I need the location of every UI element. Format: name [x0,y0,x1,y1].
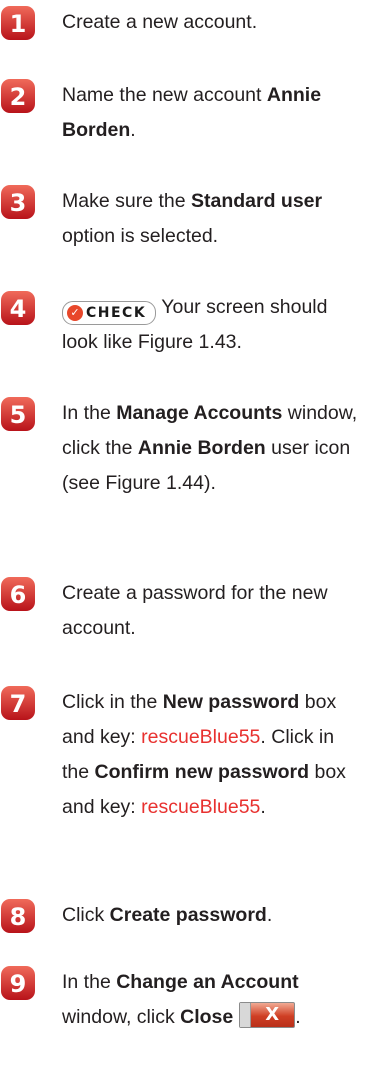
check-badge: ✓ CHECK [62,301,157,325]
step-number-badge: 4 [0,290,36,326]
step-text: Click Create password. [62,904,273,926]
step-text: Name the new account Annie Borden. [62,84,322,141]
step-number: 6 [10,581,27,609]
step-number: 9 [10,970,27,998]
step-number-badge: 5 [0,396,36,432]
step-number: 2 [10,83,27,111]
step-text: ✓ CHECK Your screen should look like Figu… [62,296,328,353]
step-number: 5 [10,401,27,429]
step-number: 7 [10,690,27,718]
step-text: Create a password for the new account. [62,582,328,639]
step-number-badge: 3 [0,184,36,220]
step-number-badge: 9 [0,965,36,1001]
step-number-badge: 2 [0,78,36,114]
step-number-badge: 1 [0,5,36,41]
step-number-badge: 7 [0,685,36,721]
step-text: In the Change an Account window, click C… [62,971,301,1028]
keyed-password-confirm: rescueBlue55 [141,796,261,818]
check-icon: ✓ [67,305,83,321]
step-number: 1 [10,10,27,38]
step-number: 4 [10,295,27,323]
step-number: 3 [10,189,27,217]
step-number-badge: 8 [0,898,36,934]
step-text: Click in the New password box and key: r… [62,691,346,818]
step-number-badge: 6 [0,576,36,612]
keyed-password: rescueBlue55 [141,726,261,748]
standard-user-option: Standard user [190,190,323,212]
step-number: 8 [10,903,27,931]
close-button-icon: X [239,1002,296,1028]
instruction-steps: 1 Create a new account. 2 Name the new a… [0,0,370,1075]
step-text: Make sure the Standard user option is se… [62,190,323,247]
step-text: In the Manage Accounts window, click the… [62,402,358,494]
step-text: Create a new account. [62,11,258,33]
